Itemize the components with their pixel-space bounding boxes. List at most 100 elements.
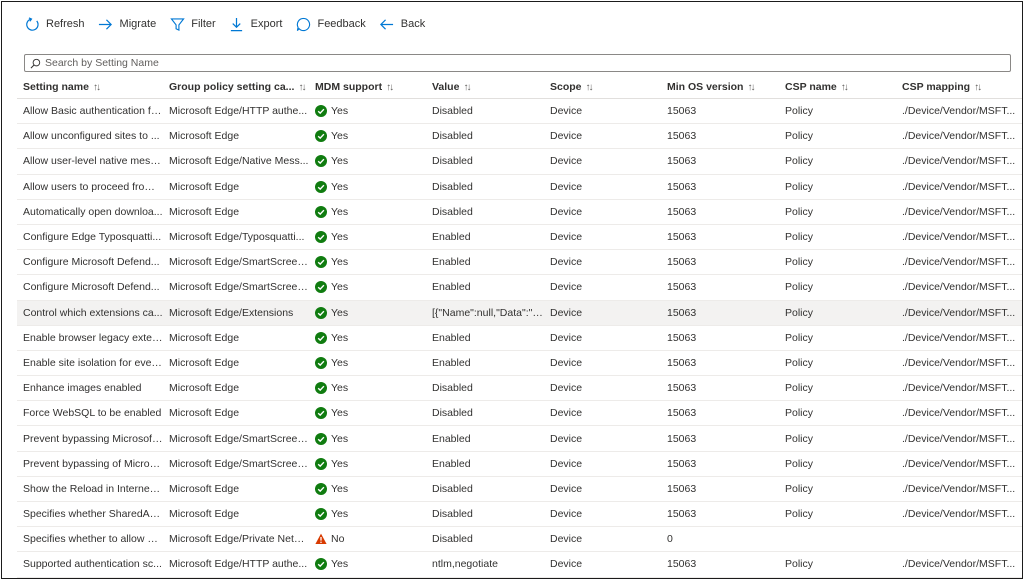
category-cell: Microsoft Edge/HTTP authe... <box>169 105 308 118</box>
arrow-left-icon <box>379 16 395 32</box>
value-cell: Disabled <box>432 533 473 546</box>
mdm-support-label: Yes <box>331 407 349 420</box>
setting-name-cell: Prevent bypassing Microsoft ... <box>23 432 163 445</box>
check-circle-icon <box>315 558 327 571</box>
mdm-support-cell: No <box>309 533 426 545</box>
check-circle-icon <box>315 382 327 395</box>
csp-name-cell: Policy <box>785 432 814 445</box>
setting-name-cell: Allow unconfigured sites to ... <box>23 130 160 143</box>
mdm-support-label: Yes <box>331 457 349 470</box>
min-os-version-cell: 15063 <box>667 482 697 495</box>
csp-mapping-cell: ./Device/Vendor/MSFT... <box>902 155 1016 168</box>
mdm-support-label: Yes <box>331 130 349 143</box>
sort-icon: ↑↓ <box>463 81 471 93</box>
scope-cell: Device <box>550 482 583 495</box>
mdm-support-label: Yes <box>331 231 349 244</box>
mdm-support-label: Yes <box>331 382 349 395</box>
csp-mapping-cell: ./Device/Vendor/MSFT... <box>902 180 1016 193</box>
table-row[interactable]: Specifies whether to allow w... Microsoft… <box>17 527 1022 553</box>
min-os-version-cell: 15063 <box>667 281 697 294</box>
csp-mapping-cell: ./Device/Vendor/MSFT... <box>902 407 1016 420</box>
table-row[interactable]: Configure Microsoft Defend... Microsoft E… <box>17 250 1022 276</box>
filter-button[interactable]: Filter <box>169 16 216 32</box>
setting-name-cell: Configure Microsoft Defend... <box>23 281 160 294</box>
mdm-support-cell: Yes <box>309 231 426 244</box>
settings-table: Setting name ↑↓ Group policy setting ca..… <box>17 76 1022 578</box>
mdm-support-cell: Yes <box>309 281 426 294</box>
csp-name-cell: Policy <box>785 105 814 118</box>
column-header-mdm-support[interactable]: MDM support ↑↓ <box>309 81 426 93</box>
table-row[interactable]: Control which extensions ca... Microsoft … <box>17 300 1022 326</box>
csp-name-cell: Policy <box>785 231 814 244</box>
table-row[interactable]: Supported authentication sc... Microsoft … <box>17 552 1022 578</box>
check-circle-icon <box>315 231 327 244</box>
export-button[interactable]: Export <box>229 16 282 32</box>
column-header-scope[interactable]: Scope ↑↓ <box>544 81 661 93</box>
csp-mapping-cell: ./Device/Vendor/MSFT... <box>902 508 1016 521</box>
table-row[interactable]: Enable site isolation for ever... Microso… <box>17 351 1022 377</box>
value-cell: Disabled <box>432 205 473 218</box>
table-row[interactable]: Configure Edge Typosquatti... Microsoft E… <box>17 225 1022 251</box>
setting-name-cell: Specifies whether to allow w... <box>23 533 163 546</box>
column-header-group-policy-category[interactable]: Group policy setting ca... ↑↓ <box>163 81 309 93</box>
back-button[interactable]: Back <box>379 16 425 32</box>
csp-mapping-cell: ./Device/Vendor/MSFT... <box>902 130 1016 143</box>
value-cell: Disabled <box>432 130 473 143</box>
table-row[interactable]: Allow Basic authentication fo... Microsof… <box>17 99 1022 125</box>
table-row[interactable]: Force WebSQL to be enabled Microsoft Edge… <box>17 401 1022 427</box>
mdm-support-label: No <box>331 533 345 546</box>
csp-mapping-cell: ./Device/Vendor/MSFT... <box>902 457 1016 470</box>
setting-name-cell: Specifies whether SharedArr... <box>23 508 163 521</box>
table-row[interactable]: Allow unconfigured sites to ... Microsoft… <box>17 124 1022 150</box>
min-os-version-cell: 15063 <box>667 306 697 319</box>
category-cell: Microsoft Edge/HTTP authe... <box>169 558 308 571</box>
min-os-version-cell: 15063 <box>667 231 697 244</box>
column-header-csp-name[interactable]: CSP name ↑↓ <box>779 81 896 93</box>
scope-cell: Device <box>550 533 583 546</box>
column-header-setting-name[interactable]: Setting name ↑↓ <box>17 81 163 93</box>
sort-icon: ↑↓ <box>92 81 101 93</box>
mdm-support-label: Yes <box>331 331 349 344</box>
table-row[interactable]: Show the Reload in Internet ... Microsoft… <box>17 477 1022 502</box>
setting-name-cell: Enhance images enabled <box>23 382 142 395</box>
refresh-button[interactable]: Refresh <box>24 16 85 32</box>
feedback-button[interactable]: Feedback <box>295 16 366 32</box>
migrate-button[interactable]: Migrate <box>98 16 156 32</box>
setting-name-cell: Enable site isolation for ever... <box>23 356 163 369</box>
csp-mapping-cell: ./Device/Vendor/MSFT... <box>902 558 1016 571</box>
mdm-support-cell: Yes <box>309 130 426 143</box>
table-row[interactable]: Enable browser legacy exten... Microsoft … <box>17 326 1022 351</box>
table-row[interactable]: Automatically open downloa... Microsoft E… <box>17 200 1022 225</box>
table-row[interactable]: Prevent bypassing Microsoft ... Microsoft… <box>17 426 1022 452</box>
scope-cell: Device <box>550 508 583 521</box>
mdm-support-cell: Yes <box>309 356 426 369</box>
category-cell: Microsoft Edge/SmartScreen... <box>169 281 309 294</box>
search-box[interactable] <box>24 54 1011 72</box>
table-row[interactable]: Enhance images enabled Microsoft Edge Yes D… <box>17 376 1022 402</box>
check-circle-icon <box>315 457 327 470</box>
mdm-support-cell: Yes <box>309 256 426 269</box>
scope-cell: Device <box>550 356 583 369</box>
check-circle-icon <box>315 281 327 294</box>
value-cell: Enabled <box>432 432 471 445</box>
category-cell: Microsoft Edge <box>169 180 240 193</box>
mdm-support-label: Yes <box>331 306 349 319</box>
sort-icon: ↑↓ <box>747 81 755 93</box>
csp-mapping-cell: ./Device/Vendor/MSFT... <box>902 306 1016 319</box>
column-header-min-os-version[interactable]: Min OS version ↑↓ <box>661 81 779 93</box>
column-header-csp-mapping[interactable]: CSP mapping ↑↓ <box>896 81 1022 93</box>
value-cell: Enabled <box>432 281 471 294</box>
min-os-version-cell: 15063 <box>667 256 697 269</box>
setting-name-cell: Allow user-level native mess... <box>23 155 163 168</box>
column-header-value[interactable]: Value ↑↓ <box>426 81 544 93</box>
table-row[interactable]: Configure Microsoft Defend... Microsoft E… <box>17 275 1022 301</box>
table-row[interactable]: Allow user-level native mess... Microsoft… <box>17 149 1022 175</box>
table-row[interactable]: Specifies whether SharedArr... Microsoft … <box>17 502 1022 528</box>
csp-name-cell: Policy <box>785 281 814 294</box>
table-row[interactable]: Allow users to proceed from ... Microsoft… <box>17 175 1022 200</box>
setting-name-cell: Automatically open downloa... <box>23 205 163 218</box>
csp-name-cell: Policy <box>785 482 814 495</box>
csp-name-cell: Policy <box>785 306 814 319</box>
search-input[interactable] <box>45 57 945 69</box>
table-row[interactable]: Prevent bypassing of Micros... Microsoft … <box>17 452 1022 477</box>
